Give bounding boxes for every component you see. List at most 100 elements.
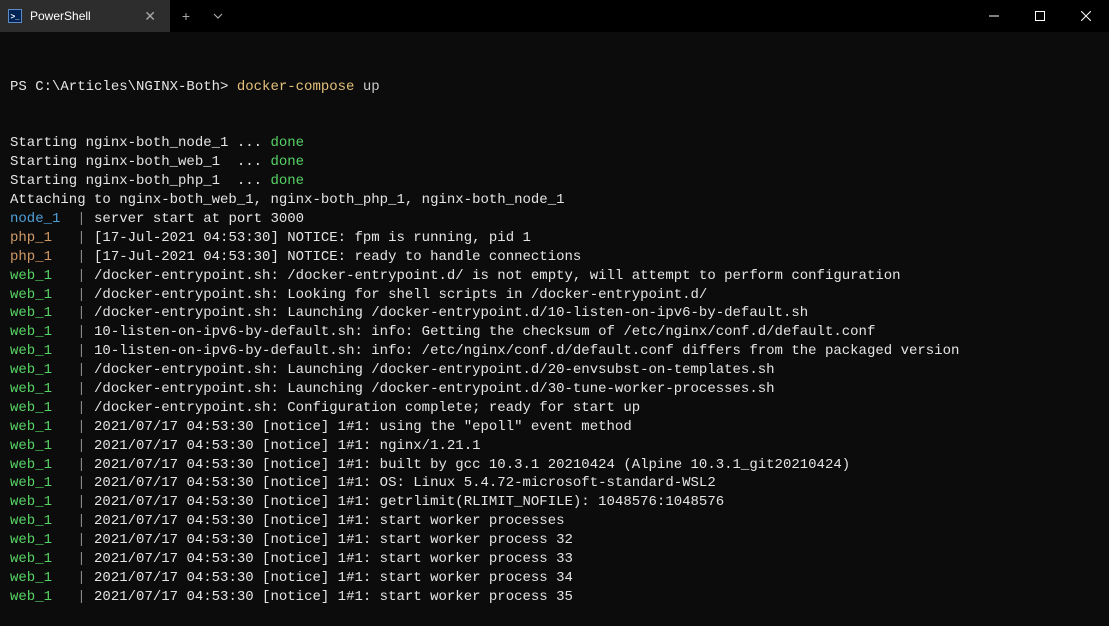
log-text: 2021/07/17 04:53:30 [notice] 1#1: start … bbox=[94, 551, 573, 567]
status-done: done bbox=[270, 154, 304, 170]
log-text: /docker-entrypoint.sh: Launching /docker… bbox=[94, 362, 775, 378]
prompt-line: PS C:\Articles\NGINX-Both> docker-compos… bbox=[10, 78, 1099, 97]
prompt-command: docker-compose bbox=[237, 79, 355, 95]
prompt-arg: up bbox=[363, 79, 380, 95]
separator-pipe: | bbox=[60, 230, 94, 246]
log-line: web_1 | /docker-entrypoint.sh: Looking f… bbox=[10, 286, 1099, 305]
container-label: web_1 bbox=[10, 361, 60, 380]
terminal-output[interactable]: PS C:\Articles\NGINX-Both> docker-compos… bbox=[0, 32, 1109, 626]
log-line: web_1 | 2021/07/17 04:53:30 [notice] 1#1… bbox=[10, 437, 1099, 456]
container-label: web_1 bbox=[10, 286, 60, 305]
log-line: web_1 | 10-listen-on-ipv6-by-default.sh:… bbox=[10, 342, 1099, 361]
log-text: 10-listen-on-ipv6-by-default.sh: info: /… bbox=[94, 343, 959, 359]
log-text: 2021/07/17 04:53:30 [notice] 1#1: using … bbox=[94, 419, 632, 435]
separator-pipe: | bbox=[60, 268, 94, 284]
titlebar: >_ PowerShell ✕ + bbox=[0, 0, 1109, 32]
tab-label: PowerShell bbox=[30, 9, 132, 23]
container-label: web_1 bbox=[10, 380, 60, 399]
separator-pipe: | bbox=[60, 513, 94, 529]
chevron-down-icon bbox=[213, 13, 223, 19]
log-line: node_1 | server start at port 3000 bbox=[10, 210, 1099, 229]
container-label: web_1 bbox=[10, 588, 60, 607]
container-label: web_1 bbox=[10, 399, 60, 418]
tab-powershell[interactable]: >_ PowerShell ✕ bbox=[0, 0, 170, 32]
container-label: web_1 bbox=[10, 456, 60, 475]
log-line: web_1 | 2021/07/17 04:53:30 [notice] 1#1… bbox=[10, 588, 1099, 607]
log-line: web_1 | 2021/07/17 04:53:30 [notice] 1#1… bbox=[10, 493, 1099, 512]
log-line: web_1 | /docker-entrypoint.sh: /docker-e… bbox=[10, 267, 1099, 286]
separator-pipe: | bbox=[60, 324, 94, 340]
minimize-button[interactable] bbox=[971, 0, 1017, 32]
log-text: 2021/07/17 04:53:30 [notice] 1#1: nginx/… bbox=[94, 438, 480, 454]
log-text: 2021/07/17 04:53:30 [notice] 1#1: start … bbox=[94, 513, 564, 529]
log-text: 2021/07/17 04:53:30 [notice] 1#1: start … bbox=[94, 532, 573, 548]
separator-pipe: | bbox=[60, 457, 94, 473]
log-line: Starting nginx-both_php_1 ... done bbox=[10, 172, 1099, 191]
separator-pipe: | bbox=[60, 532, 94, 548]
log-line: web_1 | 2021/07/17 04:53:30 [notice] 1#1… bbox=[10, 512, 1099, 531]
container-label: web_1 bbox=[10, 418, 60, 437]
container-label: web_1 bbox=[10, 267, 60, 286]
log-text: Attaching to nginx-both_web_1, nginx-bot… bbox=[10, 192, 565, 208]
log-text: /docker-entrypoint.sh: Looking for shell… bbox=[94, 287, 707, 303]
log-line: web_1 | 2021/07/17 04:53:30 [notice] 1#1… bbox=[10, 456, 1099, 475]
separator-pipe: | bbox=[60, 362, 94, 378]
status-done: done bbox=[270, 173, 304, 189]
status-done: done bbox=[270, 135, 304, 151]
separator-pipe: | bbox=[60, 551, 94, 567]
log-text: Starting nginx-both_node_1 ... bbox=[10, 135, 270, 151]
separator-pipe: | bbox=[60, 305, 94, 321]
prompt-path: PS C:\Articles\NGINX-Both> bbox=[10, 79, 228, 95]
log-text: 2021/07/17 04:53:30 [notice] 1#1: start … bbox=[94, 589, 573, 605]
log-text: [17-Jul-2021 04:53:30] NOTICE: ready to … bbox=[94, 249, 581, 265]
log-line: web_1 | /docker-entrypoint.sh: Launching… bbox=[10, 304, 1099, 323]
container-label: web_1 bbox=[10, 342, 60, 361]
powershell-icon: >_ bbox=[8, 9, 22, 23]
log-line: web_1 | /docker-entrypoint.sh: Launching… bbox=[10, 361, 1099, 380]
tab-close-icon[interactable]: ✕ bbox=[140, 8, 160, 25]
log-line: web_1 | /docker-entrypoint.sh: Configura… bbox=[10, 399, 1099, 418]
log-text: 2021/07/17 04:53:30 [notice] 1#1: start … bbox=[94, 570, 573, 586]
log-text: [17-Jul-2021 04:53:30] NOTICE: fpm is ru… bbox=[94, 230, 531, 246]
log-text: 10-listen-on-ipv6-by-default.sh: info: G… bbox=[94, 324, 875, 340]
log-text: 2021/07/17 04:53:30 [notice] 1#1: built … bbox=[94, 457, 850, 473]
log-text: /docker-entrypoint.sh: /docker-entrypoin… bbox=[94, 268, 901, 284]
log-line: web_1 | 2021/07/17 04:53:30 [notice] 1#1… bbox=[10, 569, 1099, 588]
minimize-icon bbox=[989, 11, 999, 21]
log-line: web_1 | 2021/07/17 04:53:30 [notice] 1#1… bbox=[10, 550, 1099, 569]
tab-dropdown-button[interactable] bbox=[202, 0, 234, 32]
window-controls bbox=[971, 0, 1109, 32]
close-button[interactable] bbox=[1063, 0, 1109, 32]
separator-pipe: | bbox=[60, 475, 94, 491]
maximize-button[interactable] bbox=[1017, 0, 1063, 32]
separator-pipe: | bbox=[60, 400, 94, 416]
container-label: web_1 bbox=[10, 323, 60, 342]
separator-pipe: | bbox=[60, 211, 94, 227]
separator-pipe: | bbox=[60, 249, 94, 265]
log-text: 2021/07/17 04:53:30 [notice] 1#1: OS: Li… bbox=[94, 475, 716, 491]
container-label: node_1 bbox=[10, 210, 60, 229]
container-label: web_1 bbox=[10, 493, 60, 512]
log-line: Starting nginx-both_web_1 ... done bbox=[10, 153, 1099, 172]
log-line: php_1 | [17-Jul-2021 04:53:30] NOTICE: r… bbox=[10, 248, 1099, 267]
log-text: server start at port 3000 bbox=[94, 211, 304, 227]
log-text: /docker-entrypoint.sh: Configuration com… bbox=[94, 400, 640, 416]
log-lines: Starting nginx-both_node_1 ... doneStart… bbox=[10, 134, 1099, 606]
container-label: web_1 bbox=[10, 512, 60, 531]
log-line: web_1 | 2021/07/17 04:53:30 [notice] 1#1… bbox=[10, 531, 1099, 550]
container-label: web_1 bbox=[10, 531, 60, 550]
log-line: php_1 | [17-Jul-2021 04:53:30] NOTICE: f… bbox=[10, 229, 1099, 248]
separator-pipe: | bbox=[60, 381, 94, 397]
container-label: web_1 bbox=[10, 437, 60, 456]
log-text: Starting nginx-both_web_1 ... bbox=[10, 154, 270, 170]
container-label: web_1 bbox=[10, 569, 60, 588]
log-text: /docker-entrypoint.sh: Launching /docker… bbox=[94, 381, 775, 397]
separator-pipe: | bbox=[60, 419, 94, 435]
log-line: web_1 | 2021/07/17 04:53:30 [notice] 1#1… bbox=[10, 418, 1099, 437]
log-line: Attaching to nginx-both_web_1, nginx-bot… bbox=[10, 191, 1099, 210]
log-line: web_1 | 10-listen-on-ipv6-by-default.sh:… bbox=[10, 323, 1099, 342]
log-text: /docker-entrypoint.sh: Launching /docker… bbox=[94, 305, 808, 321]
separator-pipe: | bbox=[60, 287, 94, 303]
close-icon bbox=[1081, 11, 1091, 21]
new-tab-button[interactable]: + bbox=[170, 0, 202, 32]
